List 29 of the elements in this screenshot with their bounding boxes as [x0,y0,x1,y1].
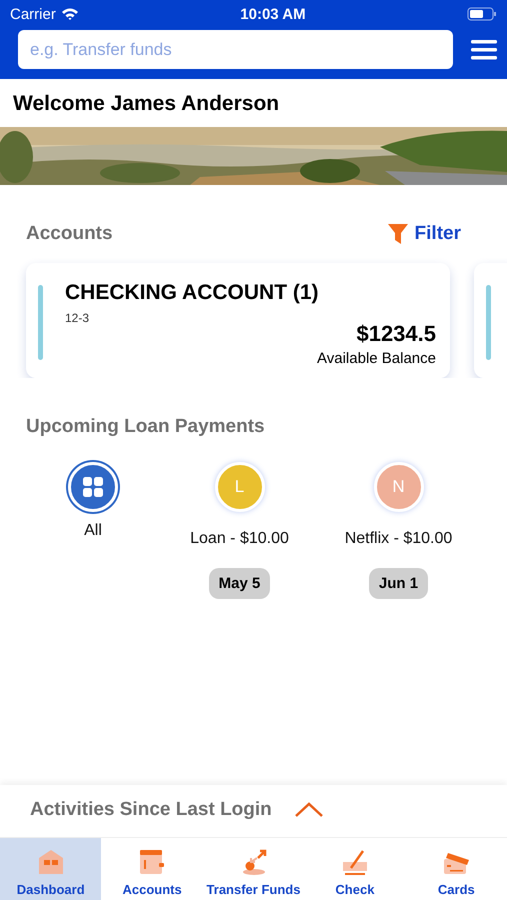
welcome-heading: Welcome James Anderson [12,91,280,117]
section-title: Activities Since Last Login [30,799,272,821]
carrier-label: Carrier [10,6,56,22]
wifi-icon [60,7,79,21]
search-field[interactable]: e.g. Transfer funds [18,30,453,69]
section-title: Upcoming Loan Payments [26,416,266,438]
wallet-icon [138,848,166,876]
due-date-badge: May 5 [208,568,270,599]
filter-button[interactable]: Filter [386,223,461,245]
house-icon [36,848,65,876]
account-name: CHECKING ACCOUNT (1) [65,281,320,305]
battery-icon [467,7,497,21]
section-title: Accounts [26,223,113,245]
chevron-up-icon[interactable] [294,802,324,818]
check-pen-icon [340,848,369,876]
all-filter-button[interactable] [68,462,118,512]
menu-icon[interactable] [471,38,497,60]
filter-icon [386,223,409,245]
tab-button[interactable]: Dashboard [0,838,102,900]
payment-label: Netflix - $10.00 [344,530,452,548]
account-balance: $1234.5 [356,321,436,347]
grid-icon [82,476,104,498]
payment-label: Loan - $10.00 [190,530,289,548]
due-date-badge: Jun 1 [368,568,428,599]
account-card[interactable]: CHECKING ACCOUNT (1) 12-3 $1234.5 Available Balance [26,263,450,378]
payment-label: All [84,522,102,540]
balance-label: Available Balance [317,350,436,367]
account-number: 12-3 [65,311,90,325]
clock-time: 10:03 AM [240,6,306,22]
